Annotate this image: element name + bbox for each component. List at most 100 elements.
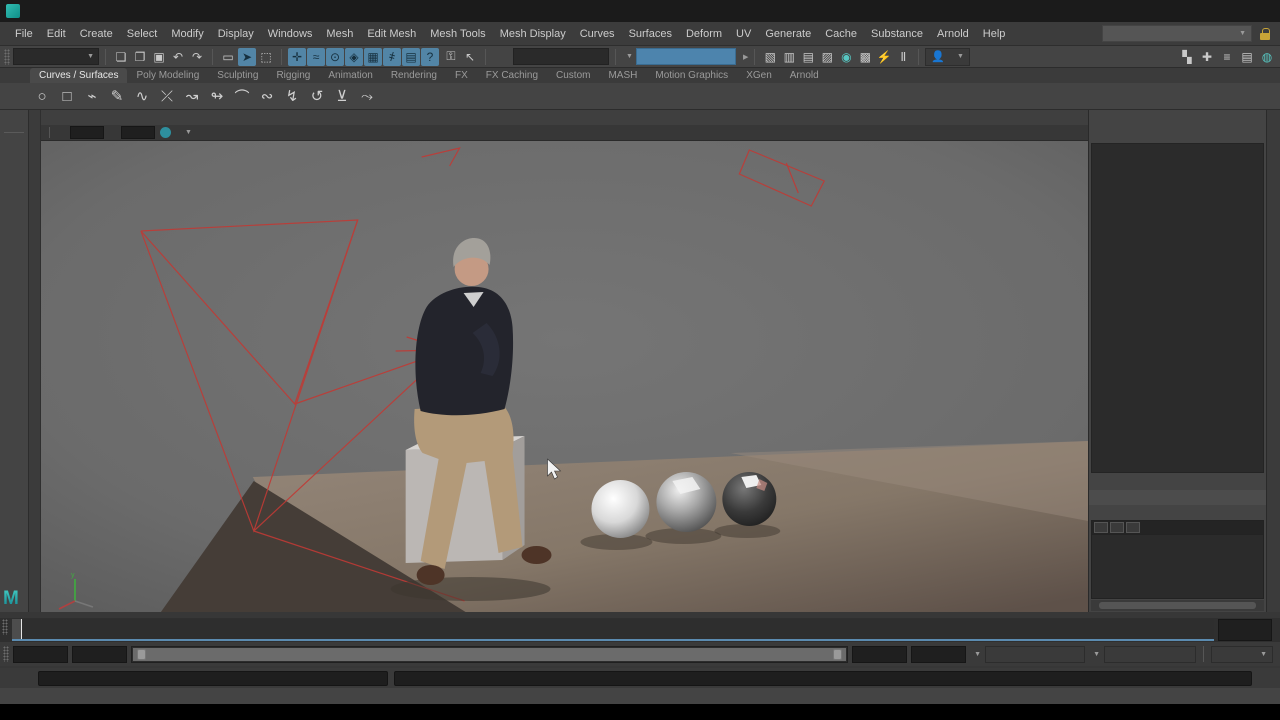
shelf-tab[interactable]: FX Caching (477, 68, 547, 83)
symmetry-expand-arrow[interactable]: ▶ (743, 53, 748, 61)
anim-layer-arrow[interactable]: ▼ (1093, 651, 1100, 658)
extend-curve-icon[interactable]: ⤳ (355, 84, 379, 108)
live-surface-field[interactable] (513, 48, 609, 65)
select-hierarchy-icon[interactable]: ▭ (219, 48, 237, 66)
shelf-tab[interactable]: Custom (547, 68, 599, 83)
range-end-handle[interactable] (833, 649, 842, 660)
workspace-lock-icon[interactable] (1260, 28, 1270, 40)
range-slider-grip[interactable] (3, 646, 9, 662)
menu-item[interactable]: Display (211, 25, 261, 43)
playback-column-header[interactable] (1110, 522, 1124, 533)
menu-item[interactable]: Mesh (319, 25, 360, 43)
pause-viewport-icon[interactable]: Ⅱ (894, 48, 912, 66)
select-object-icon[interactable]: ➤ (238, 48, 256, 66)
menu-item[interactable]: Edit Mesh (360, 25, 423, 43)
menu-item[interactable]: Mesh Display (493, 25, 573, 43)
status-grip[interactable] (4, 49, 10, 65)
shelf-tab[interactable]: Curves / Surfaces (30, 68, 127, 83)
anim-layer-dropdown[interactable] (1104, 646, 1196, 663)
snap-view-plane-icon[interactable]: ▦ (364, 48, 382, 66)
layer-header-row[interactable] (1092, 521, 1263, 535)
menu-item[interactable]: Help (976, 25, 1013, 43)
script-editor-icon[interactable] (1258, 670, 1274, 686)
construction-history-icon[interactable] (492, 48, 510, 66)
make-live-icon[interactable]: ҂ (383, 48, 401, 66)
pencil-curve-tool-icon[interactable]: ✎ (105, 84, 129, 108)
command-result-field[interactable] (394, 671, 1252, 686)
time-slider-grip[interactable] (2, 619, 8, 635)
highlight-selection-icon[interactable]: ↖ (461, 48, 479, 66)
gamma-field[interactable] (121, 126, 155, 139)
light-editor-icon[interactable]: ⚡ (875, 48, 893, 66)
shelf-tab[interactable]: Sculpting (208, 68, 267, 83)
shelf-tab[interactable]: Rendering (382, 68, 446, 83)
select-component-icon[interactable]: ⬚ (257, 48, 275, 66)
curve-edit-tool-icon[interactable]: ↝ (180, 84, 204, 108)
command-input[interactable] (38, 671, 388, 686)
menu-item[interactable]: UV (729, 25, 758, 43)
lock-selection-icon[interactable]: ⚿ (442, 48, 460, 66)
show-attribute-editor-icon[interactable]: ≡ (1218, 48, 1236, 66)
layer-scrollbar[interactable] (1091, 600, 1264, 611)
open-scene-icon[interactable]: ❐ (131, 48, 149, 66)
insert-knot-icon[interactable]: ⊻ (330, 84, 354, 108)
render-sequence-icon[interactable]: ▩ (856, 48, 874, 66)
snap-grid-icon[interactable]: ✛ (288, 48, 306, 66)
shelf-tab[interactable]: Poly Modeling (127, 68, 208, 83)
menu-item[interactable]: Edit (40, 25, 73, 43)
menu-item[interactable]: Create (73, 25, 120, 43)
animation-end-field[interactable] (911, 646, 966, 663)
range-start-handle[interactable] (137, 649, 146, 660)
playback-start-field[interactable] (72, 646, 127, 663)
snap-curve-icon[interactable]: ≈ (307, 48, 325, 66)
menu-item[interactable]: Windows (261, 25, 320, 43)
add-points-tool-icon[interactable]: ↬ (205, 84, 229, 108)
new-scene-icon[interactable]: ❏ (112, 48, 130, 66)
ep-curve-tool-icon[interactable]: ∿ (130, 84, 154, 108)
save-scene-icon[interactable]: ▣ (150, 48, 168, 66)
color-management-dropdown[interactable]: ▼ (156, 126, 260, 140)
three-point-arc-icon[interactable]: ⌒ (230, 84, 254, 108)
redo-icon[interactable]: ↷ (188, 48, 206, 66)
show-character-controls-icon[interactable]: ✚ (1198, 48, 1216, 66)
menu-item[interactable]: Generate (758, 25, 818, 43)
show-channel-box-icon[interactable]: ◍ (1258, 48, 1276, 66)
hypershade-icon[interactable]: ◉ (837, 48, 855, 66)
snap-help-icon[interactable]: ? (421, 48, 439, 66)
menu-item[interactable]: Mesh Tools (423, 25, 492, 43)
show-tool-settings-icon[interactable]: ▤ (1238, 48, 1256, 66)
menu-item[interactable]: Modify (164, 25, 210, 43)
range-bar[interactable] (131, 646, 848, 663)
user-account-dropdown[interactable]: 👤 ▼ (925, 48, 970, 66)
animation-start-field[interactable] (13, 646, 68, 663)
menu-item[interactable]: Arnold (930, 25, 976, 43)
menu-set-dropdown[interactable]: ▼ (13, 48, 99, 65)
channel-box-empty-area[interactable] (1091, 143, 1264, 473)
current-time-field[interactable] (1218, 619, 1272, 641)
gamma-icon[interactable] (105, 126, 120, 140)
playback-end-field[interactable] (852, 646, 907, 663)
shelf-tab[interactable]: Motion Graphics (646, 68, 737, 83)
snap-projected-center-icon[interactable]: ◈ (345, 48, 363, 66)
snap-point-icon[interactable]: ⊙ (326, 48, 344, 66)
shelf-tab[interactable]: MASH (599, 68, 646, 83)
ipr-render-icon[interactable]: ▤ (799, 48, 817, 66)
menu-item[interactable]: Surfaces (622, 25, 679, 43)
fps-dropdown[interactable]: ▼ (1211, 646, 1273, 663)
snap-together-icon[interactable]: ▤ (402, 48, 420, 66)
show-modeling-toolkit-icon[interactable]: ▚ (1178, 48, 1196, 66)
menu-item[interactable]: Substance (864, 25, 930, 43)
visibility-column-header[interactable] (1094, 522, 1108, 533)
shelf-tab[interactable]: Rigging (267, 68, 319, 83)
detach-curves-icon[interactable]: ↯ (280, 84, 304, 108)
render-settings-icon[interactable]: ▨ (818, 48, 836, 66)
extra-column-header[interactable] (1126, 522, 1140, 533)
exposure-field[interactable] (70, 126, 104, 139)
menu-item[interactable]: Curves (573, 25, 622, 43)
viewport-3d[interactable]: y (41, 141, 1088, 612)
workspace-dropdown[interactable]: ▼ (1102, 25, 1252, 42)
menu-item[interactable]: File (8, 25, 40, 43)
shelf-tab[interactable]: Arnold (781, 68, 828, 83)
shelf-tab[interactable]: FX (446, 68, 477, 83)
nurbs-square-icon[interactable]: □ (55, 84, 79, 108)
